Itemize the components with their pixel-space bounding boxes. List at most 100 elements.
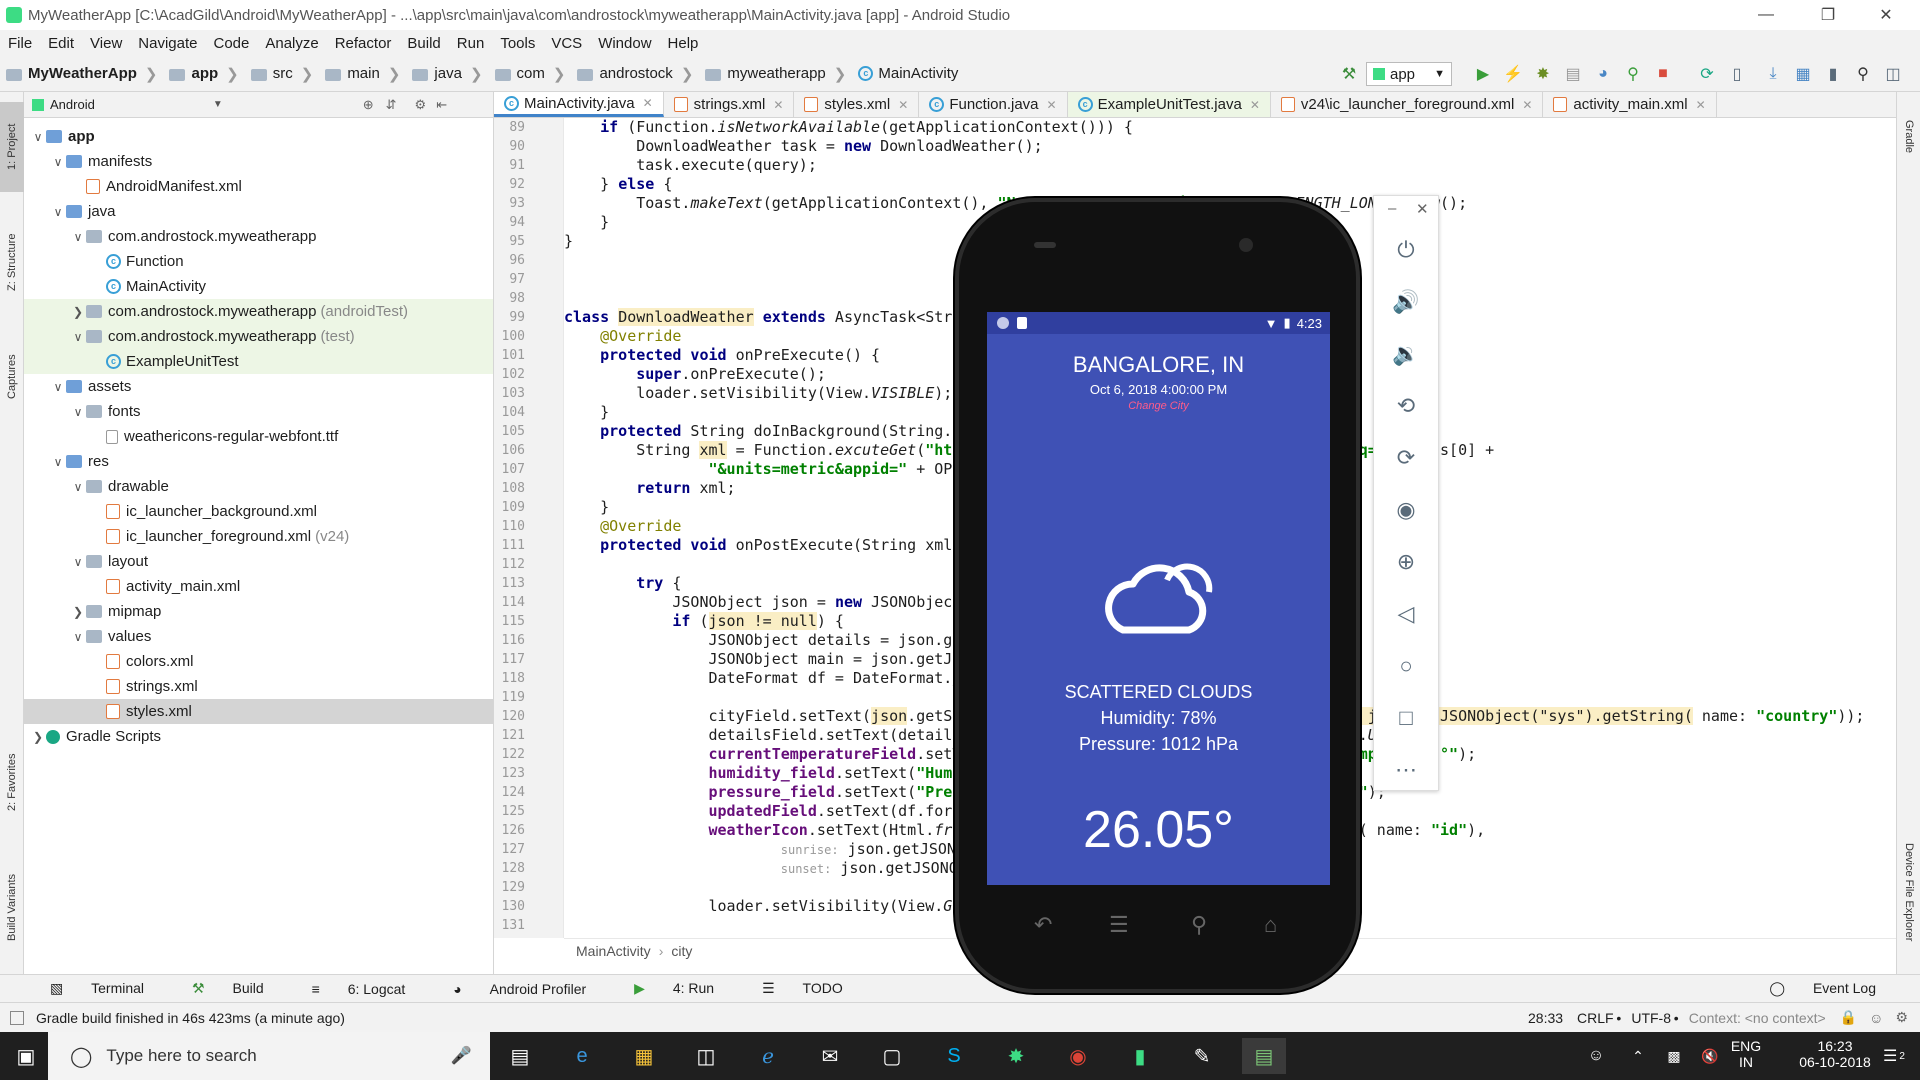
change-city-link[interactable]: Change City	[987, 400, 1330, 412]
menu-code[interactable]: Code	[205, 35, 257, 52]
file-explorer-icon[interactable]: ▦	[622, 1038, 666, 1074]
sticky-notes-icon[interactable]: ▢	[870, 1038, 914, 1074]
tree-row-java[interactable]: ∨ java	[24, 199, 493, 224]
tree-row-package-androidtest[interactable]: ❯ com.androstock.myweatherapp (androidTest…	[24, 299, 493, 324]
menu-vcs[interactable]: VCS	[543, 35, 590, 52]
tree-row-mainactivity[interactable]: c MainActivity	[24, 274, 493, 299]
menu-view[interactable]: View	[82, 35, 130, 52]
collapse-icon[interactable]: ⇵	[386, 97, 397, 113]
tree-row-package[interactable]: ∨ com.androstock.myweatherapp	[24, 224, 493, 249]
people-icon[interactable]: ☺	[1574, 1038, 1618, 1074]
volume-up-icon[interactable]: 🔊	[1374, 282, 1438, 322]
microphone-icon[interactable]: 🎤	[451, 1046, 472, 1066]
more-icon[interactable]: ⋯	[1374, 750, 1438, 790]
paint-icon[interactable]: ✎	[1180, 1038, 1224, 1074]
crumb-src[interactable]: src ❯	[245, 65, 320, 83]
breadcrumb-member[interactable]: city	[671, 943, 692, 959]
crumb-java[interactable]: java ❯	[406, 65, 488, 83]
maximize-button[interactable]: ❐	[1800, 0, 1856, 30]
power-icon[interactable]: ⏻	[1374, 230, 1438, 270]
minimize-button[interactable]: —	[1738, 0, 1794, 30]
memory-icon[interactable]: ⚙	[1895, 1009, 1908, 1026]
panel-toggle-icon[interactable]	[10, 1010, 24, 1025]
apply-changes-icon[interactable]: ⚡	[1500, 61, 1526, 87]
minimize-icon[interactable]: –	[1388, 200, 1396, 217]
view-select[interactable]: Android	[50, 97, 95, 112]
tree-row-app[interactable]: ∨ app	[24, 124, 493, 149]
tree-row-assets[interactable]: ∨ assets	[24, 374, 493, 399]
tree-row-gradle-scripts[interactable]: ❯ Gradle Scripts	[24, 724, 493, 749]
emulator-app-icon[interactable]: ▤	[1242, 1038, 1286, 1074]
breadcrumb-class[interactable]: MainActivity	[576, 943, 651, 959]
locate-icon[interactable]: ⊕	[363, 97, 374, 113]
camera-icon[interactable]: ◉	[1374, 490, 1438, 530]
close-icon[interactable]: ✕	[773, 98, 783, 112]
line-separator[interactable]: CRLF •	[1577, 1010, 1621, 1026]
tree-row-styles[interactable]: styles.xml	[24, 699, 493, 724]
taskbar-clock[interactable]: 16:23 06-10-2018	[1790, 1038, 1880, 1070]
tab-build-variants[interactable]: Build Variants	[0, 852, 24, 962]
rotate-left-icon[interactable]: ⟲	[1374, 386, 1438, 426]
tab-exampleunittest[interactable]: c ExampleUnitTest.java ✕	[1067, 92, 1271, 117]
logcat-tab[interactable]: ≡ 6: Logcat	[288, 981, 430, 997]
tab-favorites[interactable]: 2: Favorites	[0, 732, 24, 832]
language-indicator[interactable]: ENG IN	[1726, 1038, 1766, 1070]
tree-row-manifests[interactable]: ∨ manifests	[24, 149, 493, 174]
sync-gradle-icon[interactable]: ⟳	[1694, 61, 1720, 87]
close-icon[interactable]: ✕	[898, 98, 908, 112]
menu-analyze[interactable]: Analyze	[257, 35, 326, 52]
avd-manager-icon[interactable]: ▯	[1724, 61, 1750, 87]
event-log-tab[interactable]: ◯ Event Log	[1745, 980, 1900, 997]
tree-row-font-file[interactable]: weathericons-regular-webfont.ttf	[24, 424, 493, 449]
hide-icon[interactable]: ⇤	[436, 97, 447, 113]
chevron-down-icon[interactable]: ▼	[213, 99, 223, 110]
avd-icon[interactable]: ▮	[1118, 1038, 1162, 1074]
close-icon[interactable]: ✕	[1696, 98, 1706, 112]
android-studio-icon[interactable]: ✸	[994, 1038, 1038, 1074]
crumb-main[interactable]: main ❯	[319, 65, 406, 83]
sdk-manager-icon[interactable]: ⤓	[1760, 61, 1786, 87]
make-project-icon[interactable]: ⚒	[1336, 61, 1362, 87]
tab-gradle[interactable]: Gradle	[1897, 102, 1920, 172]
tab-ic-foreground[interactable]: v24\ic_launcher_foreground.xml ✕	[1271, 92, 1544, 117]
skype-icon[interactable]: S	[932, 1038, 976, 1074]
device-icon[interactable]: ▮	[1820, 61, 1846, 87]
menu-edit[interactable]: Edit	[40, 35, 82, 52]
tab-styles[interactable]: styles.xml ✕	[794, 92, 920, 117]
lock-icon[interactable]: 🔒	[1840, 1009, 1857, 1026]
menu-build[interactable]: Build	[399, 35, 448, 52]
tab-mainactivity[interactable]: c MainActivity.java ✕	[494, 92, 664, 117]
back-key-icon[interactable]: ↶	[1034, 912, 1052, 938]
taskbar-search[interactable]: ◯ Type here to search 🎤	[48, 1032, 490, 1080]
layout-icon[interactable]: ◫	[1880, 61, 1906, 87]
gear-icon[interactable]: ⚙	[415, 97, 427, 113]
tree-row-layout[interactable]: ∨ layout	[24, 549, 493, 574]
emulator-screen[interactable]: ▼ ▮ 4:23 BANGALORE, IN Oct 6, 2018 4:00:…	[987, 312, 1330, 885]
run-config-select[interactable]: app ▼	[1366, 62, 1452, 86]
tab-device-file-explorer[interactable]: Device File Explorer	[1897, 812, 1920, 972]
overview-icon[interactable]: □	[1374, 698, 1438, 738]
close-icon[interactable]: ✕	[1416, 200, 1429, 218]
tree-row-drawable[interactable]: ∨ drawable	[24, 474, 493, 499]
home-key-icon[interactable]: ⌂	[1264, 912, 1277, 938]
action-center-icon[interactable]: ☰ 2	[1872, 1038, 1916, 1074]
home-icon[interactable]: ○	[1374, 646, 1438, 686]
tree-row-exampleunittest[interactable]: c ExampleUnitTest	[24, 349, 493, 374]
tab-project[interactable]: 1: Project	[0, 102, 24, 192]
tree-row-ic-bg[interactable]: ic_launcher_background.xml	[24, 499, 493, 524]
internet-explorer-icon[interactable]: ℯ	[746, 1038, 790, 1074]
tab-activity-main[interactable]: activity_main.xml ✕	[1543, 92, 1717, 117]
menu-key-icon[interactable]: ☰	[1109, 912, 1129, 938]
chrome-icon[interactable]: ◉	[1056, 1038, 1100, 1074]
crumb-project[interactable]: MyWeatherApp ❯	[0, 65, 163, 83]
task-view-icon[interactable]: ▤	[498, 1038, 542, 1074]
tree-row-manifest-file[interactable]: AndroidManifest.xml	[24, 174, 493, 199]
run-tab[interactable]: ▶ 4: Run	[610, 980, 738, 997]
menu-run[interactable]: Run	[449, 35, 493, 52]
tree-row-mipmap[interactable]: ❯ mipmap	[24, 599, 493, 624]
tab-strings[interactable]: strings.xml ✕	[664, 92, 795, 117]
debug-icon[interactable]: ✸	[1530, 61, 1556, 87]
menu-refactor[interactable]: Refactor	[327, 35, 400, 52]
crumb-package[interactable]: myweatherapp ❯	[699, 65, 852, 83]
rotate-right-icon[interactable]: ⟳	[1374, 438, 1438, 478]
